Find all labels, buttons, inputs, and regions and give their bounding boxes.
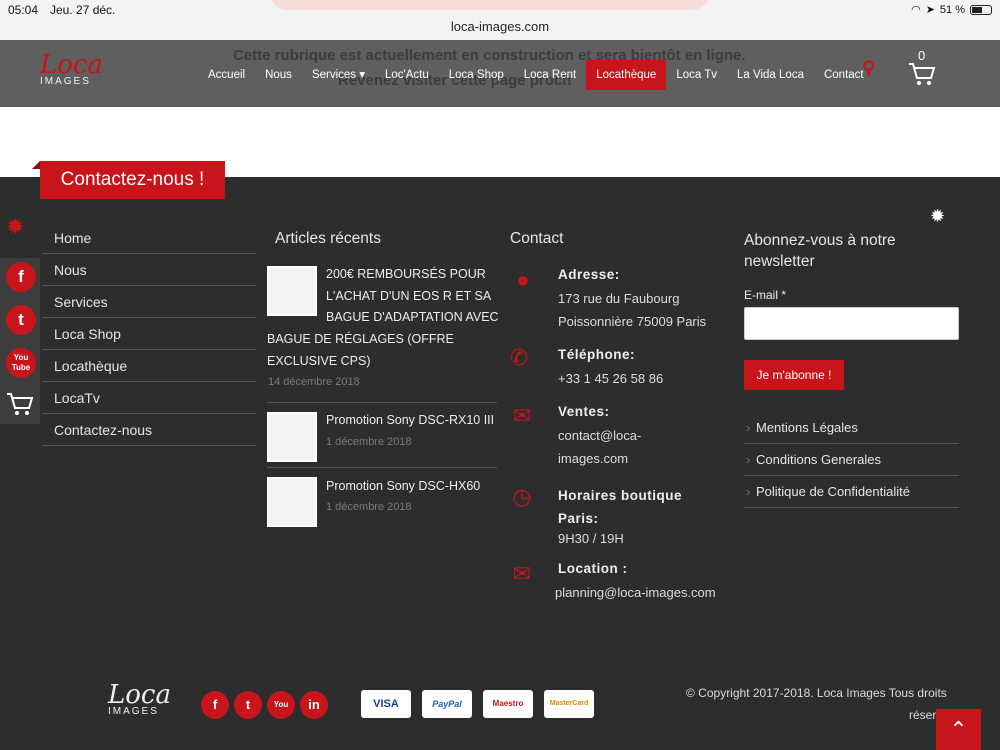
nav-services[interactable]: Services ▾ — [302, 60, 375, 90]
footer-menu-home[interactable]: Home — [42, 222, 256, 254]
hours-label: Horaires boutique Paris: — [558, 488, 683, 526]
link-conditions-generales[interactable]: Conditions Generales — [744, 444, 959, 476]
nav-loca-shop[interactable]: Loca Shop — [439, 60, 514, 90]
loca-eye-icon: ✹ — [930, 206, 946, 226]
post-title[interactable]: 200€ REMBOURSÉS POUR L'ACHAT D'UN EOS R … — [326, 264, 506, 329]
shop-cart-icon[interactable] — [6, 392, 34, 423]
scroll-top-button[interactable]: ⌃ — [936, 709, 981, 750]
phone-label: Téléphone: — [558, 347, 636, 362]
phone-icon: ✆ — [509, 345, 529, 370]
hours-value: 9H30 / 19H — [558, 531, 624, 546]
post-date: 14 décembre 2018 — [268, 376, 360, 388]
nav-loca-tv[interactable]: Loca Tv — [666, 60, 727, 90]
post-thumbnail[interactable] — [267, 412, 317, 462]
browser-status-bar: 05:04 Jeu. 27 déc. loca-images.com ◠ ➤ 5… — [0, 0, 1000, 40]
maestro-icon: Maestro — [483, 690, 533, 718]
articles-title: Articles récents — [275, 230, 381, 247]
post-title[interactable]: Promotion Sony DSC-HX60 — [326, 476, 480, 498]
address-label: Adresse: — [558, 267, 620, 282]
footer-logo[interactable]: Loca IMAGES — [108, 682, 171, 717]
address-value: 173 rue du Faubourg Poissonnière 75009 Pa… — [558, 291, 707, 329]
battery-icon — [970, 4, 992, 15]
divider — [267, 402, 497, 403]
location-label: Location : — [558, 561, 628, 576]
mastercard-icon: MasterCard — [544, 690, 594, 718]
footer-menu-locatheque[interactable]: Locathèque — [42, 350, 256, 382]
clock: 05:04 — [8, 3, 39, 17]
nav-locatheque[interactable]: Locathèque — [586, 60, 667, 90]
red-glow-decoration — [270, 0, 710, 10]
footer-menu-locatv[interactable]: LocaTv — [42, 382, 256, 414]
footer-menu-nous[interactable]: Nous — [42, 254, 256, 286]
mail-icon: ✉ — [512, 561, 532, 586]
nav-nous[interactable]: Nous — [255, 60, 302, 90]
facebook-icon[interactable]: f — [6, 262, 36, 292]
footer-menu-loca-shop[interactable]: Loca Shop — [42, 318, 256, 350]
footer-youtube-icon[interactable]: You — [267, 691, 295, 719]
location-icon: ➤ — [925, 4, 935, 16]
twitter-icon[interactable]: t — [6, 305, 36, 335]
wifi-icon: ◠ — [911, 4, 921, 16]
search-icon[interactable]: ⚲ — [862, 58, 875, 79]
mail-icon: ✉ — [512, 403, 532, 428]
subscribe-button[interactable]: Je m'abonne ! — [744, 360, 844, 390]
newsletter-title: Abonnez-vous à notre newsletter — [744, 232, 896, 270]
footer-linkedin-icon[interactable]: in — [300, 691, 328, 719]
post-thumbnail[interactable] — [267, 477, 317, 527]
link-mentions-legales[interactable]: Mentions Légales — [744, 412, 959, 444]
main-nav: Accueil Nous Services ▾ Loc'Actu Loca Sh… — [198, 60, 874, 90]
status-icons: ◠ ➤ 51 % — [911, 3, 992, 16]
nav-la-vida-loca[interactable]: La Vida Loca — [727, 60, 814, 90]
footer-menu-contactez-nous[interactable]: Contactez-nous — [42, 414, 256, 446]
sales-label: Ventes: — [558, 404, 610, 419]
post-thumbnail[interactable] — [267, 266, 317, 316]
post-date: 1 décembre 2018 — [326, 501, 412, 513]
location-email[interactable]: planning@loca-images.com — [555, 581, 716, 604]
post-title-cont[interactable]: BAGUE DE RÉGLAGES (OFFRE EXCLUSIVE CPS) — [267, 329, 507, 372]
footer-menu-services[interactable]: Services — [42, 286, 256, 318]
address-bar[interactable]: loca-images.com — [0, 19, 1000, 34]
loca-eye-icon: ✹ — [6, 214, 25, 239]
site-logo[interactable]: Loca IMAGES — [40, 50, 103, 87]
paypal-icon: PayPal — [422, 690, 472, 718]
date: Jeu. 27 déc. — [50, 3, 116, 17]
cart-count: 0 — [918, 48, 926, 63]
post-title[interactable]: Promotion Sony DSC-RX10 III — [326, 410, 494, 432]
map-pin-icon: ● — [516, 267, 530, 292]
post-date: 1 décembre 2018 — [326, 436, 412, 448]
footer-facebook-icon[interactable]: f — [201, 691, 229, 719]
email-label: E-mail * — [744, 288, 787, 302]
cart-icon[interactable] — [908, 62, 936, 93]
battery-percent: 51 % — [939, 3, 965, 16]
divider — [267, 467, 497, 468]
contact-heading: Contactez-nous ! — [32, 161, 225, 199]
footer-twitter-icon[interactable]: t — [234, 691, 262, 719]
phone-value[interactable]: +33 1 45 26 58 86 — [558, 367, 663, 390]
clock-icon: ◷ — [512, 484, 532, 509]
nav-accueil[interactable]: Accueil — [198, 60, 255, 90]
logo-main: Loca — [40, 50, 103, 80]
copyright-cont: réser — [909, 708, 937, 722]
email-field[interactable] — [744, 307, 959, 340]
youtube-icon[interactable]: You Tube — [6, 348, 36, 378]
visa-icon: VISA — [361, 690, 411, 718]
copyright: © Copyright 2017-2018. Loca Images Tous … — [686, 686, 947, 700]
nav-locactu[interactable]: Loc'Actu — [375, 60, 439, 90]
nav-loca-rent[interactable]: Loca Rent — [514, 60, 586, 90]
sales-email[interactable]: contact@loca-images.com — [558, 424, 641, 470]
contact-title: Contact — [510, 230, 564, 247]
link-politique-confidentialite[interactable]: Politique de Confidentialité — [744, 476, 959, 508]
